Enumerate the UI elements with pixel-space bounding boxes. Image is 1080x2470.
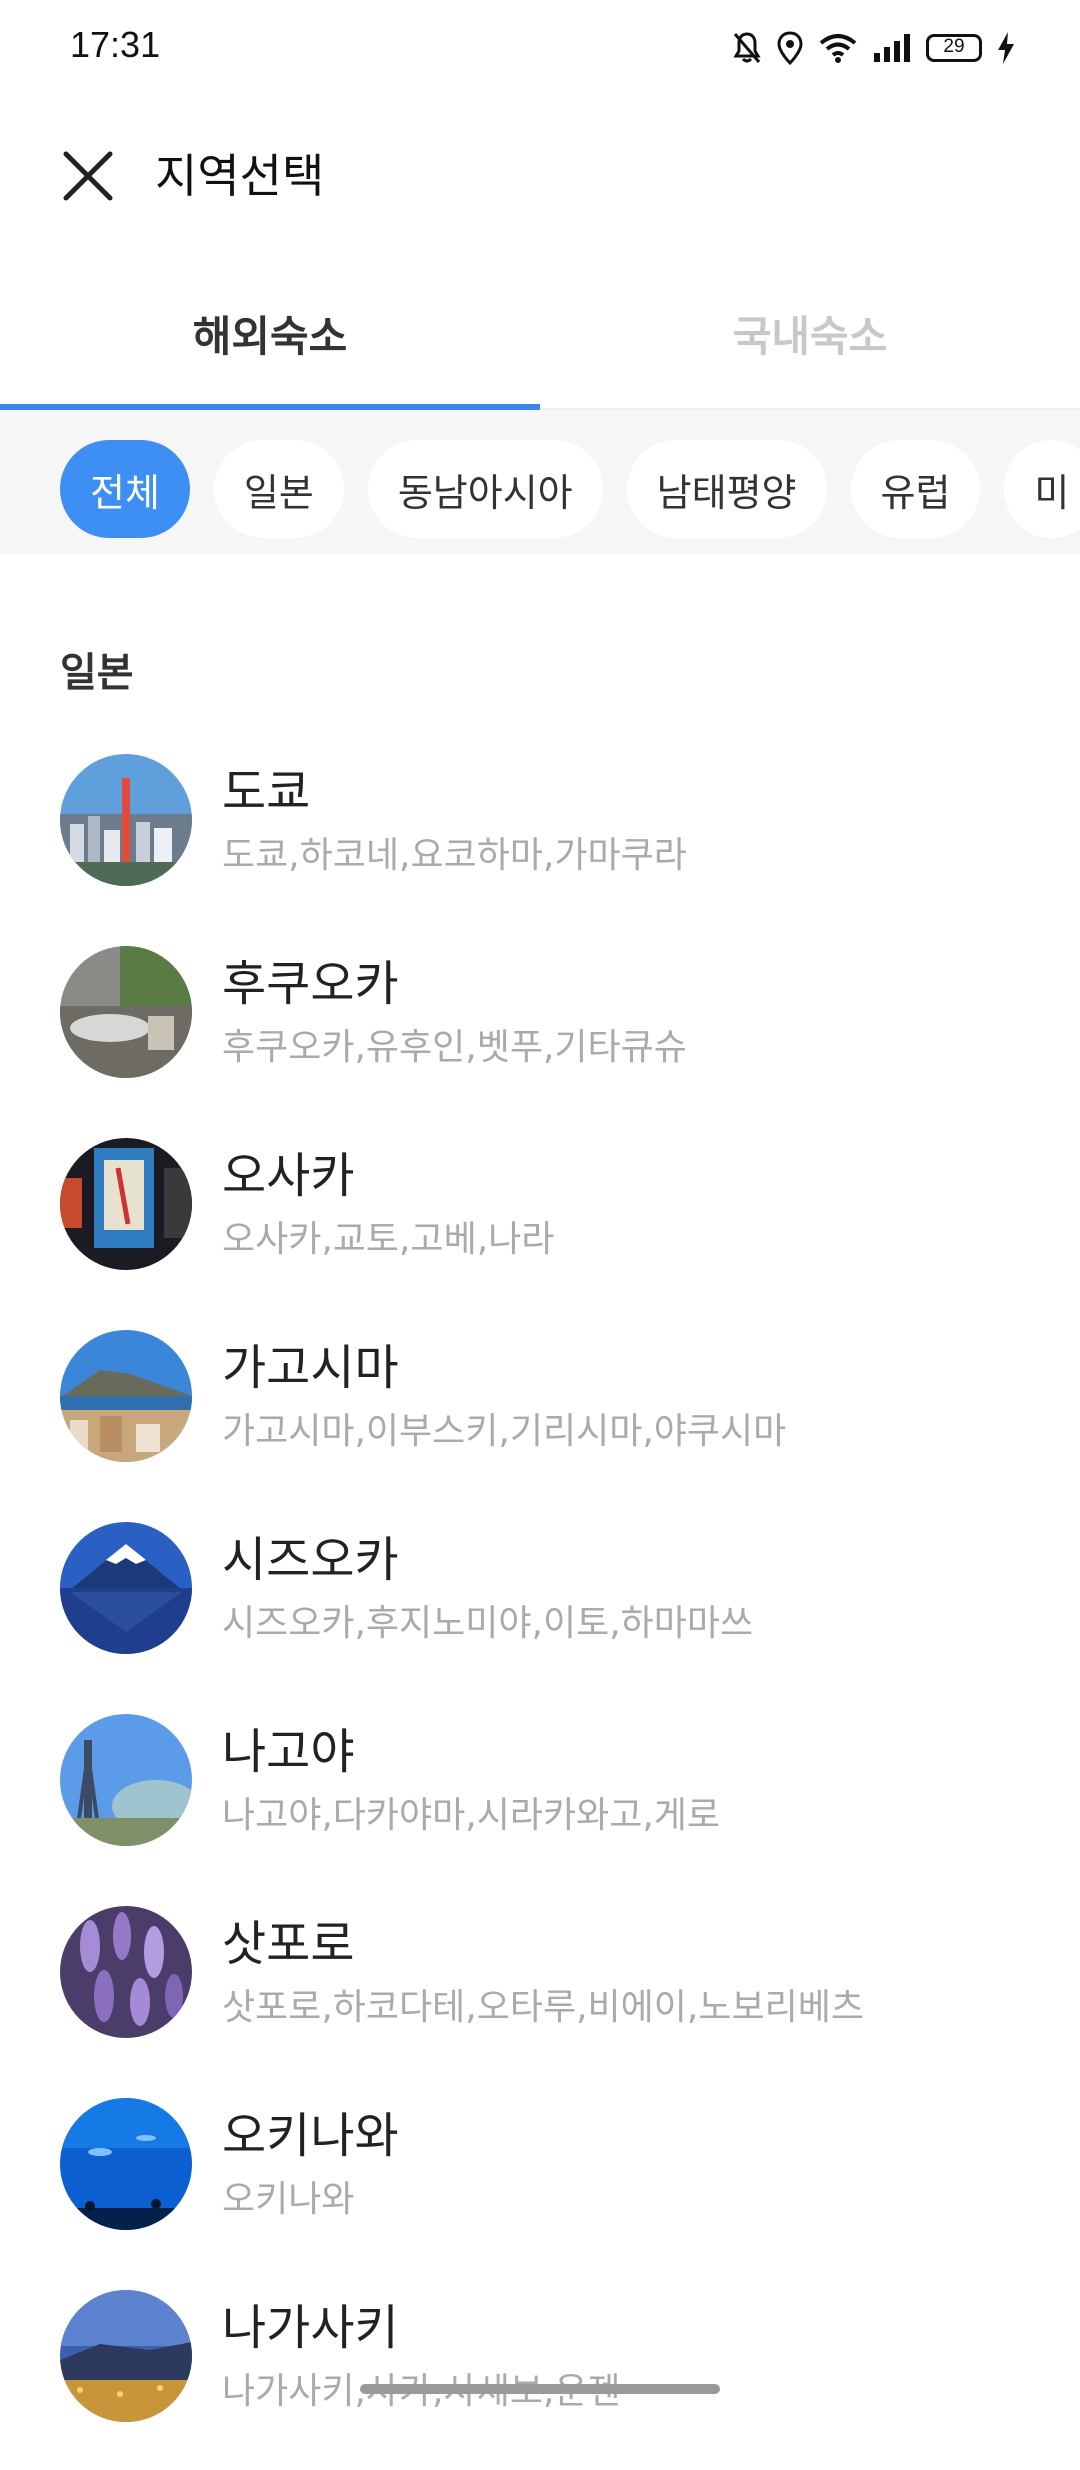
region-item-kagoshima[interactable]: 가고시마 가고시마,이부스키,기리시마,야쿠시마 bbox=[0, 1318, 1080, 1510]
region-name: 오키나와 bbox=[222, 2108, 399, 2164]
region-name: 나가사키 bbox=[222, 2300, 399, 2356]
close-button[interactable] bbox=[58, 146, 118, 206]
chip-southeast-asia[interactable]: 동남아시아 bbox=[367, 440, 603, 538]
region-name: 시즈오카 bbox=[222, 1532, 399, 1588]
status-time: 17:31 bbox=[70, 24, 161, 65]
region-item-osaka[interactable]: 오사카 오사카,교토,고베,나라 bbox=[0, 1126, 1080, 1318]
region-item-shizuoka[interactable]: 시즈오카 시즈오카,후지노미야,이토,하마마쓰 bbox=[0, 1510, 1080, 1702]
status-bar: 17:31 29 bbox=[0, 0, 1080, 96]
region-cities: 후쿠오카,유후인,벳푸,기타큐슈 bbox=[222, 1027, 687, 1068]
region-thumbnail bbox=[60, 1138, 192, 1270]
region-item-fukuoka[interactable]: 후쿠오카 후쿠오카,유후인,벳푸,기타큐슈 bbox=[0, 934, 1080, 1126]
region-name: 오사카 bbox=[222, 1148, 355, 1204]
battery-icon: 29 bbox=[926, 34, 982, 62]
signal-icon bbox=[872, 33, 912, 63]
chip-europe[interactable]: 유럽 bbox=[850, 440, 981, 538]
charging-icon bbox=[996, 31, 1016, 65]
region-cities: 도쿄,하코네,요코하마,가마쿠라 bbox=[222, 835, 687, 876]
region-item-nagasaki[interactable]: 나가사키 나가사키,사가,사세보,운젠 bbox=[0, 2278, 1080, 2470]
region-cities: 가고시마,이부스키,기리시마,야쿠시마 bbox=[222, 1411, 787, 1452]
chip-south-pacific[interactable]: 남태평양 bbox=[626, 440, 827, 538]
tab-bar: 해외숙소 국내숙소 bbox=[0, 260, 1080, 410]
region-thumbnail bbox=[60, 1714, 192, 1846]
region-cities: 나고야,다카야마,시라카와고,게로 bbox=[222, 1795, 721, 1836]
close-icon bbox=[63, 151, 113, 201]
region-cities: 오키나와 bbox=[222, 2179, 355, 2220]
region-cities: 삿포로,하코다테,오타루,비에이,노보리베츠 bbox=[222, 1987, 864, 2028]
region-cities: 오사카,교토,고베,나라 bbox=[222, 1219, 555, 1260]
region-cities: 시즈오카,후지노미야,이토,하마마쓰 bbox=[222, 1603, 754, 1644]
region-item-nagoya[interactable]: 나고야 나고야,다카야마,시라카와고,게로 bbox=[0, 1702, 1080, 1894]
category-chips-bar[interactable]: 전체 일본 동남아시아 남태평양 유럽 미 bbox=[0, 410, 1080, 554]
chip-americas[interactable]: 미 bbox=[1004, 440, 1080, 538]
header: 지역선택 bbox=[0, 120, 1080, 230]
region-name: 가고시마 bbox=[222, 1340, 399, 1396]
tab-overseas[interactable]: 해외숙소 bbox=[0, 260, 540, 406]
region-name: 나고야 bbox=[222, 1724, 355, 1780]
region-name: 도쿄 bbox=[222, 764, 311, 820]
region-thumbnail bbox=[60, 754, 192, 886]
region-list: 도쿄 도쿄,하코네,요코하마,가마쿠라 후쿠오카 후쿠오카,유후인,벳푸,기타큐… bbox=[0, 742, 1080, 2470]
region-item-okinawa[interactable]: 오키나와 오키나와 bbox=[0, 2086, 1080, 2278]
status-icons: 29 bbox=[732, 28, 1016, 68]
region-thumbnail bbox=[60, 1522, 192, 1654]
region-thumbnail bbox=[60, 2098, 192, 2230]
region-item-sapporo[interactable]: 삿포로 삿포로,하코다테,오타루,비에이,노보리베츠 bbox=[0, 1894, 1080, 2086]
region-thumbnail bbox=[60, 1906, 192, 2038]
region-name: 후쿠오카 bbox=[222, 956, 399, 1012]
bell-muted-icon bbox=[732, 31, 762, 65]
home-indicator[interactable] bbox=[360, 2384, 720, 2394]
chip-japan[interactable]: 일본 bbox=[213, 440, 344, 538]
chip-row: 전체 일본 동남아시아 남태평양 유럽 미 bbox=[60, 440, 1080, 538]
region-item-tokyo[interactable]: 도쿄 도쿄,하코네,요코하마,가마쿠라 bbox=[0, 742, 1080, 934]
region-name: 삿포로 bbox=[222, 1916, 355, 1972]
page-title: 지역선택 bbox=[155, 149, 325, 203]
battery-level: 29 bbox=[943, 36, 965, 57]
location-icon bbox=[776, 31, 804, 65]
wifi-icon bbox=[818, 32, 858, 64]
tab-domestic[interactable]: 국내숙소 bbox=[540, 260, 1080, 406]
region-thumbnail bbox=[60, 2290, 192, 2422]
region-thumbnail bbox=[60, 946, 192, 1078]
chip-all[interactable]: 전체 bbox=[60, 440, 190, 538]
region-thumbnail bbox=[60, 1330, 192, 1462]
section-title: 일본 bbox=[60, 650, 134, 696]
